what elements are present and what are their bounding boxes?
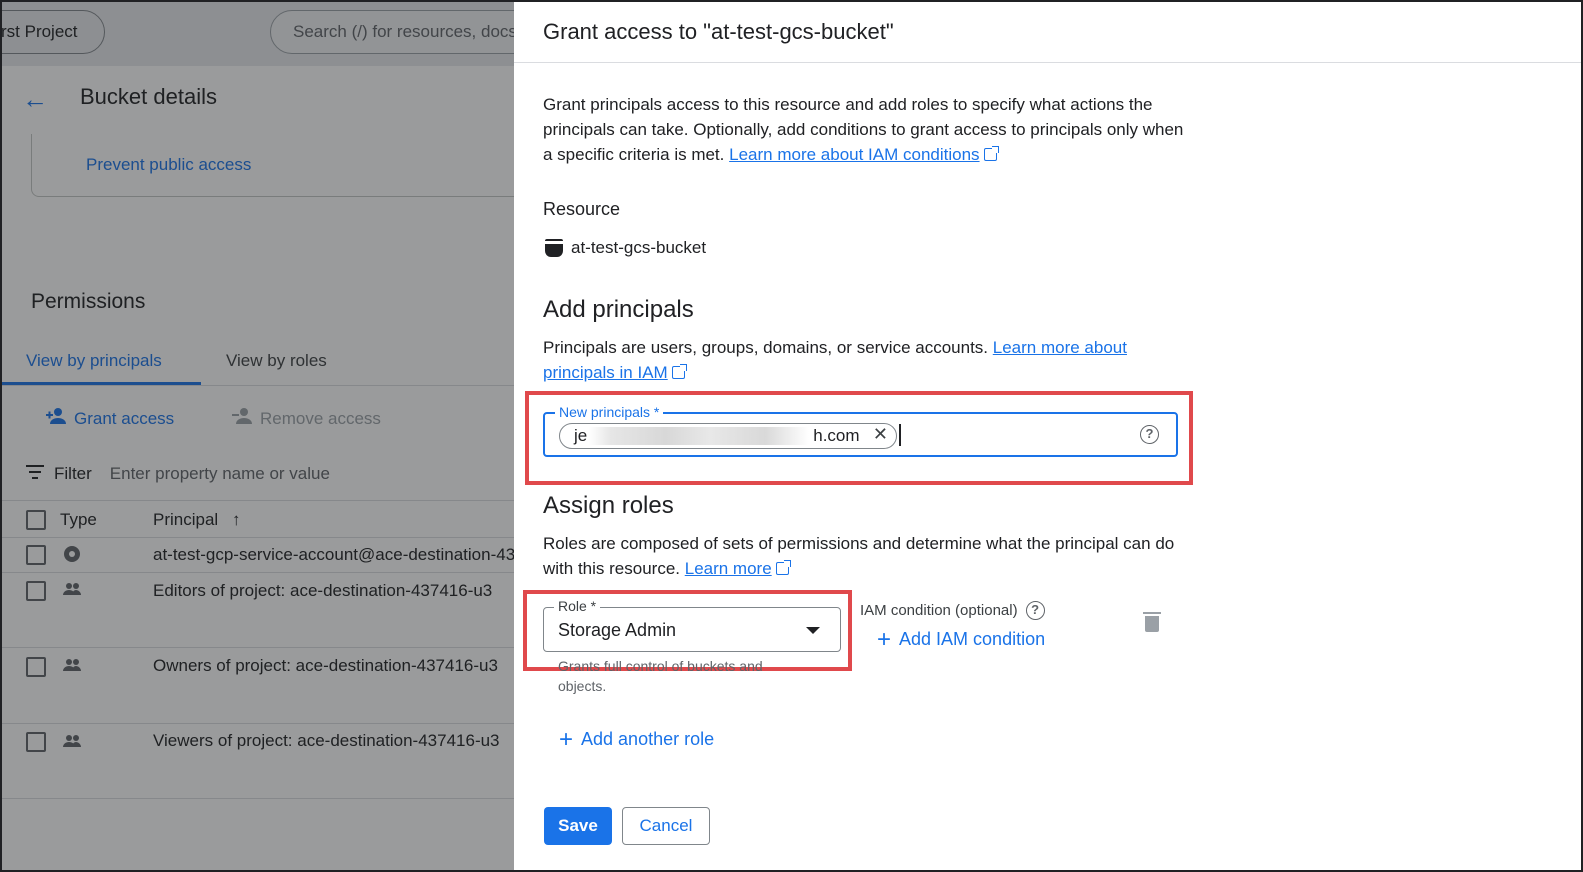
- cancel-button[interactable]: Cancel: [622, 807, 710, 845]
- panel-title: Grant access to "at-test-gcs-bucket": [543, 19, 894, 44]
- iam-condition-label: IAM condition (optional) ?: [860, 601, 1045, 620]
- iam-condition-label-text: IAM condition (optional): [860, 602, 1018, 619]
- add-iam-condition-button[interactable]: + Add IAM condition: [877, 625, 1046, 653]
- iam-conditions-link-label: Learn more about IAM conditions: [729, 145, 980, 164]
- external-link-icon: [983, 146, 999, 161]
- roles-desc-text: Roles are composed of sets of permission…: [543, 534, 1175, 578]
- delete-icon[interactable]: [1143, 612, 1161, 632]
- add-iam-condition-label: Add IAM condition: [899, 629, 1046, 649]
- resource-row: at-test-gcs-bucket: [544, 238, 707, 258]
- role-hint: Grants full control of buckets and objec…: [558, 658, 763, 694]
- add-principals-title: Add principals: [543, 296, 694, 323]
- help-icon[interactable]: ?: [1025, 601, 1045, 620]
- chip-suffix: h.com: [813, 426, 860, 445]
- redacted-email: [589, 427, 810, 445]
- grant-access-panel: Grant access to "at-test-gcs-bucket" Gra…: [514, 0, 1583, 872]
- resource-label: Resource: [543, 199, 621, 219]
- external-link-icon: [775, 560, 791, 575]
- roles-link-label: Learn more: [684, 559, 772, 578]
- text-cursor: [899, 424, 901, 446]
- remove-chip-icon[interactable]: ✕: [873, 424, 888, 445]
- principal-chip[interactable]: je h.com ✕: [559, 423, 897, 449]
- dropdown-caret-icon: [806, 627, 820, 634]
- help-icon[interactable]: ?: [1140, 425, 1159, 444]
- role-select[interactable]: Role * Storage Admin: [543, 598, 841, 652]
- panel-description: Grant principals access to this resource…: [543, 92, 1193, 167]
- assign-roles-title: Assign roles: [543, 492, 674, 519]
- plus-icon: +: [877, 625, 892, 653]
- principals-description: Principals are users, groups, domains, o…: [543, 335, 1193, 385]
- chip-prefix: je: [574, 426, 588, 445]
- iam-conditions-link[interactable]: Learn more about IAM conditions: [729, 145, 979, 164]
- external-link-icon: [671, 364, 687, 379]
- modal-scrim[interactable]: [0, 0, 514, 872]
- principals-desc-text: Principals are users, groups, domains, o…: [543, 338, 989, 357]
- save-button[interactable]: Save: [544, 807, 612, 845]
- add-another-role-label: Add another role: [581, 729, 715, 749]
- bucket-icon: [544, 239, 564, 257]
- roles-learn-more-link[interactable]: Learn more: [685, 559, 772, 578]
- add-another-role-button[interactable]: + Add another role: [559, 725, 715, 753]
- panel-header: Grant access to "at-test-gcs-bucket": [514, 0, 1583, 63]
- plus-icon: +: [559, 725, 574, 753]
- new-principals-field[interactable]: New principals * je h.com ✕ ?: [543, 404, 1178, 457]
- roles-description: Roles are composed of sets of permission…: [543, 531, 1193, 581]
- role-label: Role *: [554, 598, 601, 614]
- role-value: Storage Admin: [558, 620, 677, 640]
- new-principals-label: New principals *: [555, 404, 664, 420]
- resource-name: at-test-gcs-bucket: [571, 238, 707, 257]
